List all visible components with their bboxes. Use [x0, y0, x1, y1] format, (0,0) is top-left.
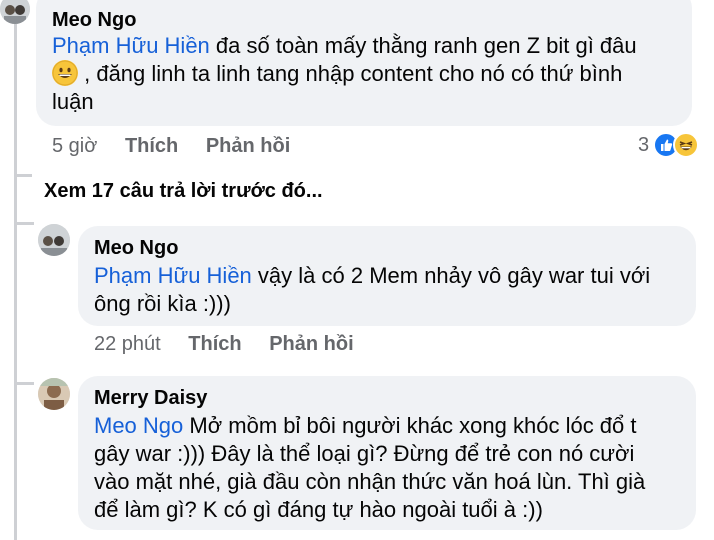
comment-bubble: Merry Daisy Meo Ngo Mở mồm bỉ bôi người …: [78, 376, 696, 530]
comment-text-line: , đăng linh ta linh tang nhập content ch…: [78, 61, 623, 86]
avatar[interactable]: [38, 378, 70, 410]
haha-icon: [673, 132, 700, 158]
comment-text-line: gây war :))) Đây là thể loại gì? Đừng để…: [94, 441, 635, 466]
comment-text-line: vào mặt nhé, già đầu còn nhận thức văn h…: [94, 469, 646, 494]
thread-connector: [14, 174, 32, 177]
comment-text-line: Mở mồm bỉ bôi người khác xong khóc lóc đ…: [183, 413, 637, 438]
comment-timestamp[interactable]: 22 phút: [94, 333, 161, 355]
avatar[interactable]: [38, 224, 70, 256]
like-button[interactable]: Thích: [188, 333, 241, 355]
reply-button[interactable]: Phản hồi: [269, 333, 353, 355]
comment-author[interactable]: Merry Daisy: [94, 386, 680, 410]
comment-text-line: vậy là có 2 Mem nhảy vô gây war tui với: [251, 263, 651, 288]
comment-bubble: Meo Ngo Phạm Hữu Hiền vậy là có 2 Mem nh…: [78, 226, 696, 326]
comment-text: Phạm Hữu Hiền đa số toàn mấy thằng ranh …: [52, 32, 676, 116]
comment-text-line: luận: [52, 89, 94, 114]
mention-link[interactable]: Phạm Hữu Hiền: [94, 263, 252, 288]
thread-line: [14, 0, 17, 540]
comment-text-line: ông rồi kìa :))): [94, 291, 231, 316]
like-button[interactable]: Thích: [125, 135, 178, 157]
comment-text-line: để làm gì? K có gì đáng tự hào ngoài tuổ…: [94, 497, 543, 522]
mention-link[interactable]: Meo Ngo: [94, 413, 183, 438]
avatar[interactable]: [0, 0, 30, 24]
reaction-count: 3: [638, 133, 650, 156]
thread-connector: [14, 382, 34, 385]
comment-actions: 22 phút Thích Phản hồi: [94, 332, 376, 356]
comment-actions: 5 giờ Thích Phản hồi: [52, 134, 312, 158]
reaction-summary[interactable]: 3: [638, 132, 700, 158]
grinning-face-emoji-icon: [52, 60, 78, 86]
mention-link[interactable]: Phạm Hữu Hiền: [52, 33, 210, 58]
comment-bubble: Meo Ngo Phạm Hữu Hiền đa số toàn mấy thằ…: [36, 0, 692, 126]
comment-text: Phạm Hữu Hiền vậy là có 2 Mem nhảy vô gâ…: [94, 262, 680, 318]
comment-author[interactable]: Meo Ngo: [94, 236, 680, 260]
comment-author[interactable]: Meo Ngo: [52, 8, 676, 32]
reply-button[interactable]: Phản hồi: [206, 135, 290, 157]
thread-connector: [14, 222, 34, 225]
view-previous-replies-link[interactable]: Xem 17 câu trả lời trước đó...: [44, 180, 323, 203]
comment-timestamp[interactable]: 5 giờ: [52, 135, 97, 157]
comment-text-line: đa số toàn mấy thằng ranh gen Z bit gì đ…: [209, 33, 637, 58]
comment-text: Meo Ngo Mở mồm bỉ bôi người khác xong kh…: [94, 412, 680, 524]
